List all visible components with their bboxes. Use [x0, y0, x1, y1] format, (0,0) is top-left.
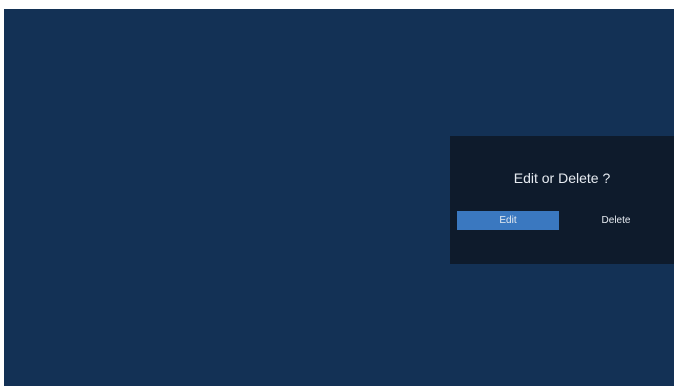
- edit-button[interactable]: Edit: [457, 211, 559, 230]
- dialog-title: Edit or Delete ?: [513, 170, 611, 186]
- edit-or-delete-dialog: Edit or Delete ? Edit Delete: [450, 136, 674, 264]
- screen-background: Edit or Delete ? Edit Delete: [4, 9, 674, 386]
- delete-button[interactable]: Delete: [565, 211, 667, 230]
